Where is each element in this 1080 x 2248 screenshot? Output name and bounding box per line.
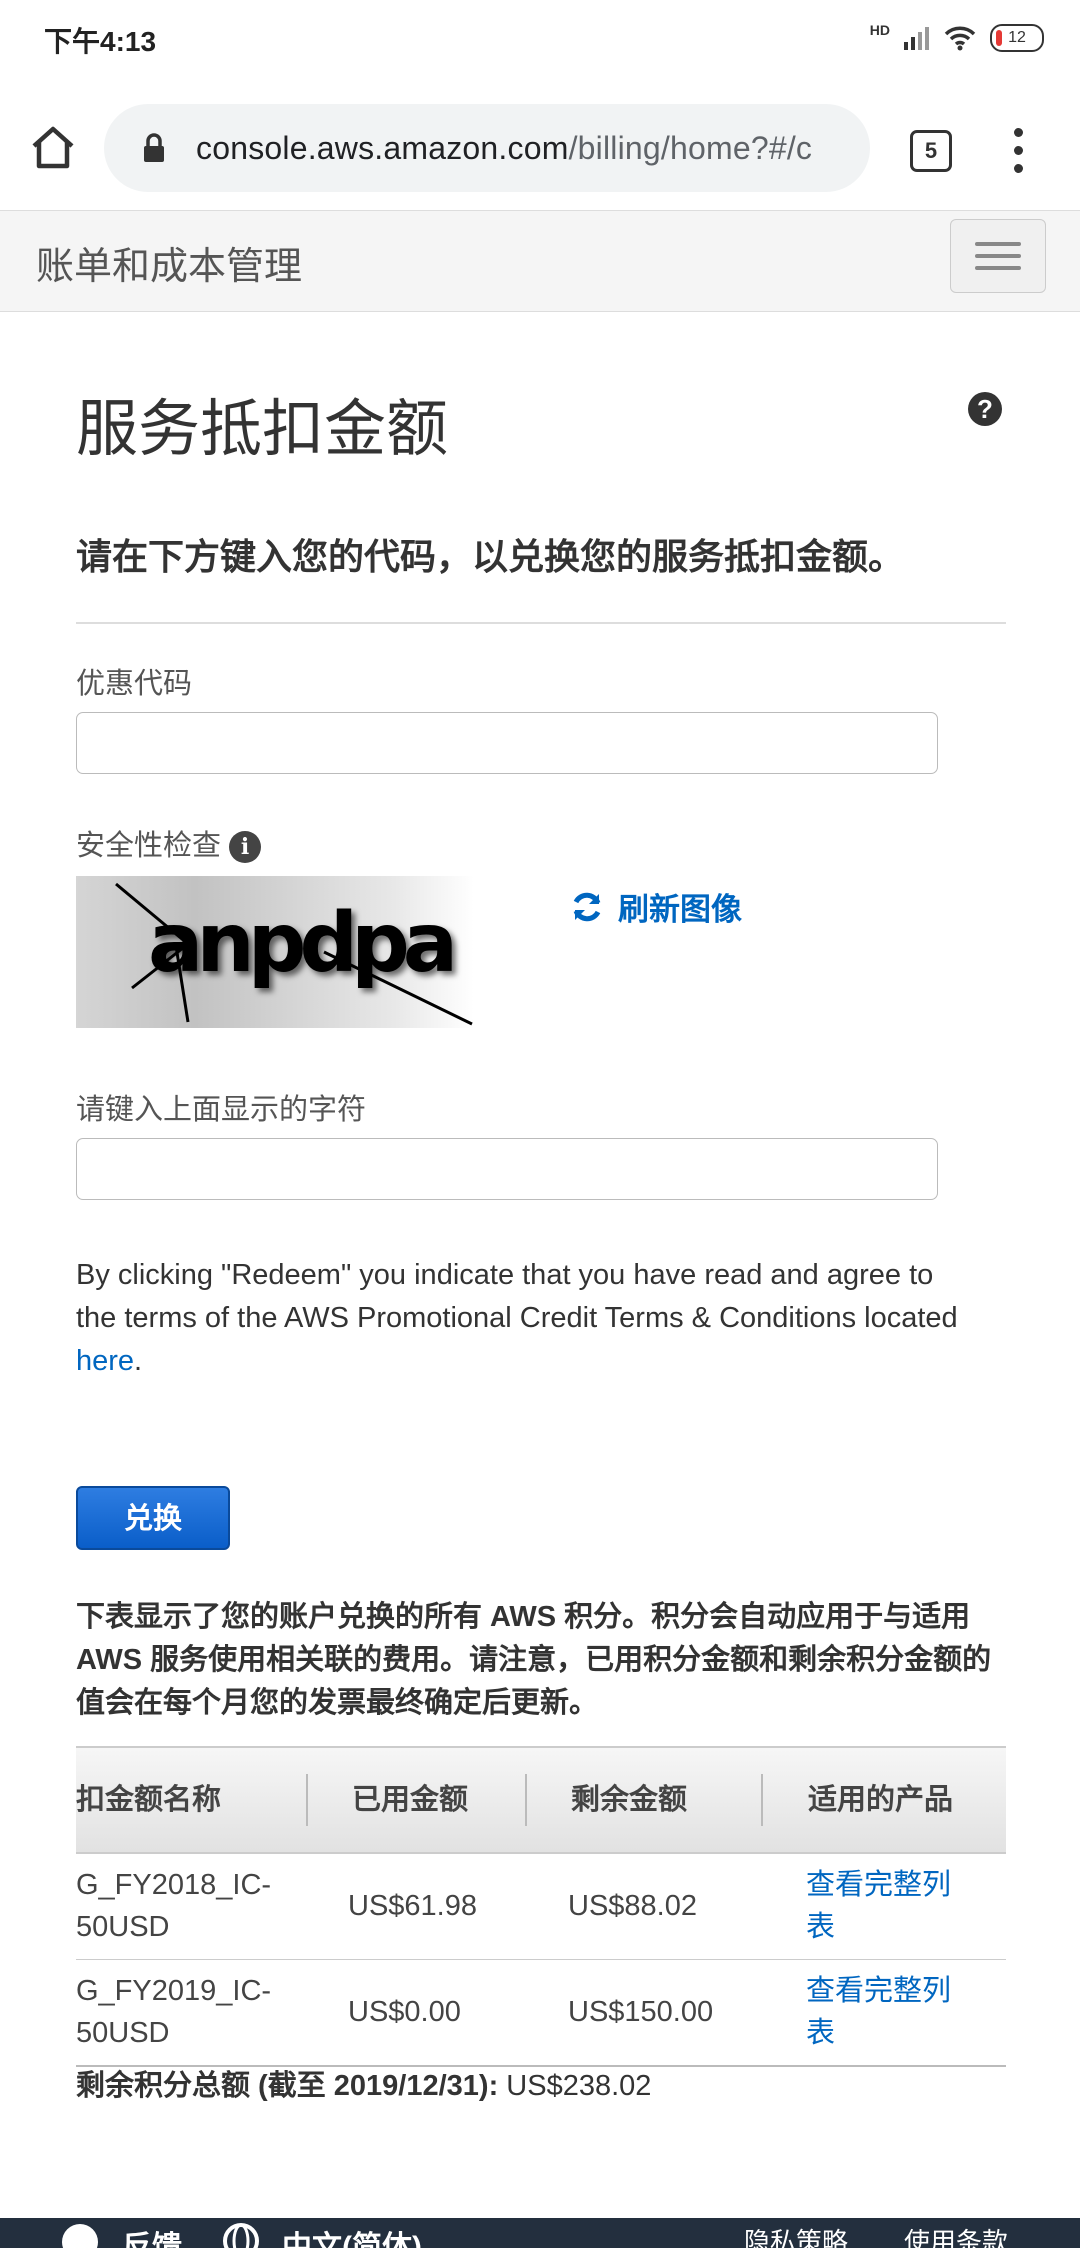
help-icon[interactable]: ? [968,392,1002,426]
legal-text: By clicking "Redeem" you indicate that y… [76,1254,976,1383]
view-full-list-link[interactable]: 查看完整列 表 [806,1970,951,2054]
page-title: 服务抵扣金额 [76,395,449,464]
browser-toolbar: console.aws.amazon.com/billing/home?#/c … [0,76,1080,210]
link-line: 查看完整列 [806,1975,952,2007]
hd-label: HD [869,22,890,38]
divider [76,622,1006,624]
captcha-input-label: 请键入上面显示的字符 [76,1094,367,1126]
captcha-image: anpdpa [76,876,474,1028]
url-text: console.aws.amazon.com/billing/home?#/c [196,124,812,172]
credit-name-line: 50USD [76,2017,170,2049]
used-amount-cell: US$0.00 [348,1996,461,2028]
header-credit-name[interactable]: 扣金额名称 [76,1748,221,1852]
used-amount-cell: US$61.98 [348,1890,477,1922]
captcha-text: anpdpa [148,896,458,991]
status-bar: 下午4:13 HD 12 [0,0,1080,76]
credit-name-cell: G_FY2018_IC- 50USD [76,1864,271,1948]
feedback-link[interactable]: 反馈 [122,2222,182,2248]
table-header: 扣金额名称 已用金额 剩余金额 适用的产品 [76,1746,1006,1854]
column-separator [761,1774,763,1826]
redeem-button[interactable]: 兑换 [76,1486,230,1550]
table-description: 下表显示了您的账户兑换的所有 AWS 积分。积分会自动应用于与适用 AWS 服务… [76,1601,992,1719]
refresh-image-button[interactable]: 刷新图像 [570,884,742,929]
credit-name-line: 50USD [76,1911,170,1943]
legal-body: By clicking "Redeem" you indicate that y… [76,1259,958,1334]
refresh-icon [573,892,601,921]
terms-of-use-link[interactable]: 使用条款 [904,2222,1008,2248]
total-value: US$238.02 [498,2070,652,2102]
status-time: 下午4:13 [44,26,157,57]
signal-icon [904,27,929,50]
address-bar[interactable]: console.aws.amazon.com/billing/home?#/c [104,104,870,192]
link-line: 表 [806,1911,836,1943]
battery-icon: 12 [990,24,1044,52]
console-header: 账单和成本管理 [0,210,1080,312]
promo-code-label: 优惠代码 [76,668,193,700]
footer: 反馈 中文(简体) 隐私策略 使用条款 [0,2218,1080,2248]
globe-icon [223,2223,259,2248]
info-icon[interactable]: i [229,831,262,864]
tab-count-button[interactable]: 5 [910,130,952,172]
table-row: G_FY2019_IC- 50USD US$0.00 US$150.00 查看完… [76,1960,1006,2067]
console-title[interactable]: 账单和成本管理 [36,235,302,290]
refresh-image-label: 刷新图像 [618,892,742,927]
legal-end: . [134,1345,143,1377]
url-path: /billing/home?#/c [568,130,813,166]
credits-table: 扣金额名称 已用金额 剩余金额 适用的产品 G_FY2018_IC- 50USD… [76,1746,1006,2067]
terms-link[interactable]: here [76,1345,134,1377]
hamburger-menu-icon[interactable] [950,219,1046,293]
column-separator [306,1774,308,1826]
lock-icon [144,133,164,162]
url-domain: console.aws.amazon.com [196,130,569,166]
wifi-icon [944,26,976,51]
link-line: 表 [806,2017,836,2049]
link-line: 查看完整列 [806,1869,952,1901]
status-icons: HD 12 [870,20,1044,56]
feedback-icon [62,2224,98,2248]
instruction-text: 请在下方键入您的代码，以兑换您的服务抵扣金额。 [76,536,905,577]
header-applicable-products[interactable]: 适用的产品 [808,1748,953,1852]
header-remaining-amount[interactable]: 剩余金额 [571,1748,687,1852]
header-used-amount[interactable]: 已用金额 [352,1748,468,1852]
captcha-input[interactable] [76,1138,938,1200]
security-check-label: 安全性检查 i [76,822,262,864]
remaining-amount-cell: US$88.02 [568,1890,697,1922]
table-row: G_FY2018_IC- 50USD US$61.98 US$88.02 查看完… [76,1854,1006,1960]
security-check-text: 安全性检查 [76,830,222,862]
view-full-list-link[interactable]: 查看完整列 表 [806,1864,951,1948]
credit-name-line: G_FY2018_IC- [76,1869,272,1901]
home-icon[interactable] [28,122,78,172]
credit-name-cell: G_FY2019_IC- 50USD [76,1970,271,2054]
remaining-credit-total: 剩余积分总额 (截至 2019/12/31): US$238.02 [76,2062,651,2104]
promo-code-input[interactable] [76,712,938,774]
column-separator [525,1774,527,1826]
total-label: 剩余积分总额 (截至 2019/12/31): [76,2070,499,2102]
credit-name-line: G_FY2019_IC- [76,1975,272,2007]
language-selector[interactable]: 中文(简体) [282,2222,422,2248]
remaining-amount-cell: US$150.00 [568,1996,714,2028]
privacy-link[interactable]: 隐私策略 [744,2222,848,2248]
browser-menu-icon[interactable] [1010,128,1026,174]
